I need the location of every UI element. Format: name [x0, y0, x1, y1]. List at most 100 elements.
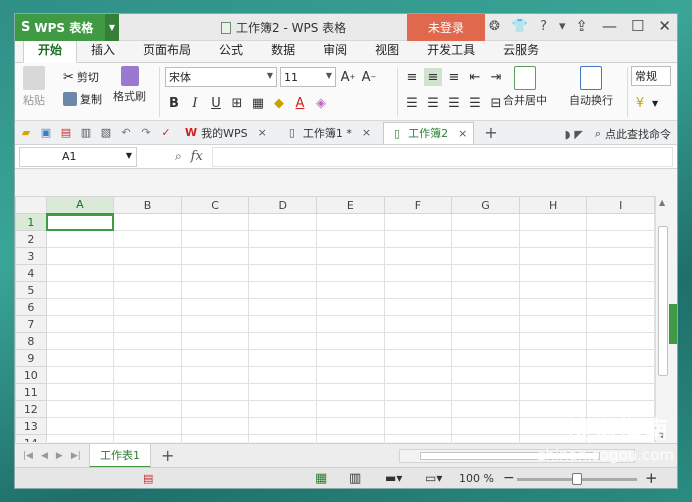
cell[interactable] [383, 383, 453, 401]
redo-icon[interactable]: ↷ [139, 126, 153, 140]
cell[interactable] [180, 298, 250, 316]
cell-style-icon[interactable]: ▦ [249, 94, 267, 112]
cell[interactable] [316, 281, 385, 299]
cell[interactable] [316, 366, 385, 384]
undo-icon[interactable]: ↶ [119, 126, 133, 140]
cell[interactable] [518, 349, 588, 367]
italic-icon[interactable]: I [186, 94, 204, 112]
side-panel-toggle[interactable] [669, 304, 677, 344]
cell[interactable] [383, 400, 453, 418]
cell[interactable] [180, 230, 250, 248]
fill-color-icon[interactable]: ◆ [270, 94, 288, 112]
cell[interactable] [180, 213, 250, 231]
cell[interactable] [586, 349, 655, 367]
cell[interactable] [586, 247, 655, 265]
cell[interactable] [586, 264, 655, 282]
row-header[interactable]: 10 [15, 366, 47, 384]
vertical-scrollbar[interactable]: ▲ ▼ [655, 196, 669, 442]
font-name-select[interactable]: 宋体 ▼ [165, 67, 277, 87]
zoom-search-icon[interactable]: ⌕ [175, 149, 182, 164]
chevron-down-icon[interactable]: ▼ [652, 99, 658, 108]
vertical-scroll-thumb[interactable] [658, 226, 668, 376]
column-header[interactable]: B [113, 196, 182, 214]
tab-formulas[interactable]: 公式 [205, 38, 257, 62]
cell[interactable] [383, 315, 453, 333]
decrease-font-icon[interactable]: A − [360, 68, 378, 86]
cell[interactable] [113, 366, 182, 384]
increase-font-icon[interactable]: A + [339, 68, 357, 86]
column-header[interactable]: D [248, 196, 318, 214]
export-pdf-icon[interactable]: ▤ [59, 126, 73, 140]
cell[interactable] [113, 213, 182, 231]
cell[interactable] [113, 315, 182, 333]
cell[interactable] [180, 332, 250, 350]
cell[interactable] [586, 315, 655, 333]
cell[interactable] [451, 349, 520, 367]
cell[interactable] [45, 298, 115, 316]
cell[interactable] [45, 213, 115, 231]
row-header[interactable]: 12 [15, 400, 47, 418]
cell[interactable] [518, 230, 588, 248]
formula-input[interactable] [211, 146, 673, 167]
merge-center-button[interactable]: 合并居中 [503, 66, 547, 108]
cell[interactable] [180, 434, 250, 442]
cell[interactable] [113, 264, 182, 282]
column-header[interactable]: E [316, 196, 385, 214]
cell[interactable] [586, 213, 655, 231]
cell[interactable] [180, 366, 250, 384]
cell[interactable] [180, 315, 250, 333]
row-header[interactable]: 7 [15, 315, 47, 333]
cell[interactable] [316, 247, 385, 265]
cell[interactable] [518, 383, 588, 401]
print-icon[interactable]: ▥ [79, 126, 93, 140]
cell[interactable] [316, 264, 385, 282]
tag-icon[interactable]: ◗ [565, 128, 571, 141]
cell[interactable] [45, 349, 115, 367]
currency-icon[interactable]: ¥ [631, 94, 649, 112]
column-header[interactable]: I [586, 196, 655, 214]
cell[interactable] [383, 417, 453, 435]
close-icon[interactable]: × [258, 126, 267, 139]
scroll-up-icon[interactable]: ▲ [659, 198, 665, 207]
number-format-select[interactable]: 常规 [631, 66, 671, 86]
shirt-icon[interactable]: 👕 [512, 19, 528, 34]
cell[interactable] [451, 281, 520, 299]
cell[interactable] [451, 332, 520, 350]
cell[interactable] [45, 383, 115, 401]
clear-format-icon[interactable]: ◈ [312, 94, 330, 112]
cell[interactable] [316, 298, 385, 316]
cell[interactable] [113, 400, 182, 418]
cell[interactable] [451, 366, 520, 384]
cell[interactable] [248, 417, 318, 435]
cell[interactable] [518, 213, 588, 231]
zoom-level[interactable]: 100 % [459, 472, 494, 485]
column-header[interactable]: G [451, 196, 520, 214]
cell[interactable] [451, 417, 520, 435]
cell[interactable] [180, 281, 250, 299]
help-icon[interactable]: ? [540, 19, 547, 34]
save-icon[interactable]: ▣ [39, 126, 53, 140]
cell[interactable] [248, 349, 318, 367]
cell[interactable] [248, 298, 318, 316]
add-sheet-icon[interactable]: + [161, 446, 174, 465]
flag-icon[interactable]: ◤ [574, 128, 582, 141]
restore-up-icon[interactable]: ⇪ [575, 17, 588, 35]
row-header[interactable]: 3 [15, 247, 47, 265]
cell[interactable] [180, 247, 250, 265]
row-header[interactable]: 11 [15, 383, 47, 401]
page-break-view-icon[interactable]: ▬▾ [385, 471, 402, 485]
cell[interactable] [586, 281, 655, 299]
column-header[interactable]: A [45, 196, 115, 215]
cell[interactable] [518, 315, 588, 333]
cell[interactable] [451, 230, 520, 248]
print-preview-icon[interactable]: ▧ [99, 126, 113, 140]
zoom-in-icon[interactable]: + [645, 469, 658, 487]
cell[interactable] [383, 366, 453, 384]
cell[interactable] [383, 213, 453, 231]
cell[interactable] [586, 366, 655, 384]
format-painter-button[interactable]: 格式刷 [113, 66, 146, 104]
page-layout-view-icon[interactable]: ▥ [349, 471, 361, 486]
align-top-icon[interactable]: ≡ [403, 68, 421, 86]
chevron-down-icon[interactable]: ▼ [105, 14, 119, 41]
cell[interactable] [45, 366, 115, 384]
